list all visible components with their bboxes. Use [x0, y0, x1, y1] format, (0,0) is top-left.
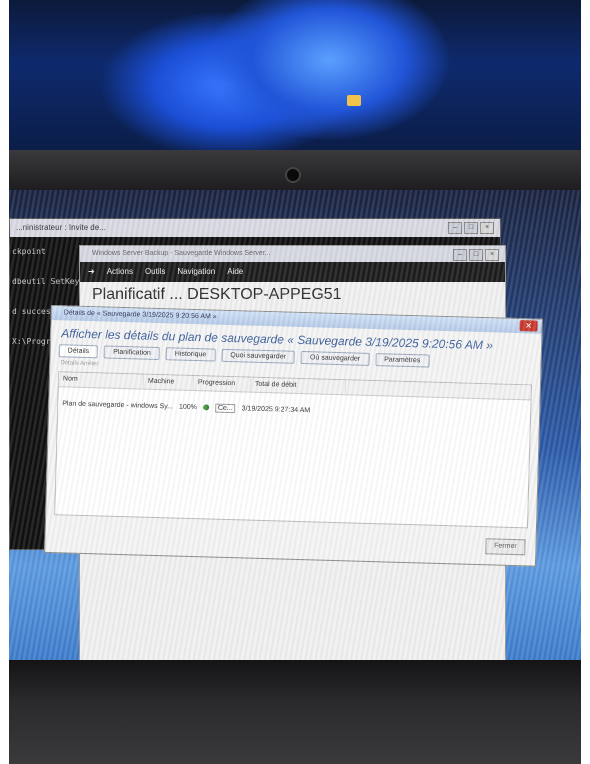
- table-row[interactable]: Plan de sauvegarde - windows Sy... 100% …: [58, 395, 530, 424]
- tab-details[interactable]: Détails: [58, 344, 99, 359]
- status-ok-icon: [202, 404, 209, 411]
- folder-icon[interactable]: [347, 95, 361, 106]
- column-header-total[interactable]: Total de débit: [250, 377, 347, 395]
- close-icon[interactable]: ×: [485, 249, 499, 261]
- column-header-name[interactable]: Nom: [58, 372, 145, 389]
- close-icon[interactable]: ✕: [519, 320, 538, 332]
- tab-schedule[interactable]: Planification: [103, 345, 161, 361]
- menu-help[interactable]: Aide: [227, 262, 243, 282]
- menu-actions[interactable]: Actions: [107, 262, 133, 282]
- laptop-bezel-bottom: [9, 660, 581, 764]
- row-progress: 100%: [178, 403, 197, 411]
- row-name: Plan de sauvegarde - windows Sy...: [62, 399, 174, 410]
- background-monitor: [9, 0, 581, 160]
- maximize-icon[interactable]: □: [464, 222, 478, 234]
- column-header-machine[interactable]: Machine: [143, 374, 195, 391]
- close-button[interactable]: Fermer: [485, 538, 526, 556]
- row-status: Ce...: [214, 403, 236, 413]
- cmd-window-controls: – □ ×: [448, 222, 494, 234]
- mmc-page-title: Planificatif ... DESKTOP-APPEG51: [92, 286, 342, 303]
- mmc-window-controls: – □ ×: [453, 249, 499, 261]
- tab-where-to-backup[interactable]: Où sauvegarder: [300, 351, 370, 366]
- mmc-menubar: ➔ Actions Outils Navigation Aide: [80, 262, 505, 282]
- dialog-title: Détails de « Sauvegarde 3/19/2025 9:20:5…: [63, 309, 217, 321]
- menu-navigation[interactable]: Navigation: [177, 262, 215, 282]
- back-arrow-icon[interactable]: ➔: [88, 262, 95, 282]
- column-header-progress[interactable]: Progression: [193, 376, 252, 392]
- laptop-screen: ...ninistrateur : Invite de... ckpoint d…: [9, 190, 581, 660]
- tab-history[interactable]: Historique: [165, 347, 216, 362]
- minimize-icon[interactable]: –: [448, 222, 462, 234]
- backup-jobs-table: Nom Machine Progression Total de débit P…: [54, 371, 532, 529]
- webcam-icon: [285, 167, 301, 183]
- minimize-icon[interactable]: –: [453, 249, 467, 261]
- cmd-titlebar: ...ninistrateur : Invite de...: [10, 219, 500, 237]
- tab-settings[interactable]: Paramètres: [374, 353, 430, 368]
- row-date: 3/19/2025 9:27:34 AM: [241, 404, 311, 414]
- tab-what-to-backup[interactable]: Quoi sauvegarder: [221, 348, 296, 364]
- close-icon[interactable]: ×: [480, 222, 494, 234]
- mmc-titlebar: Windows Server Backup - Sauvegarde Windo…: [80, 246, 505, 262]
- menu-tools[interactable]: Outils: [145, 262, 165, 282]
- backup-details-dialog[interactable]: Détails de « Sauvegarde 3/19/2025 9:20:5…: [44, 305, 543, 567]
- photo-frame: ...ninistrateur : Invite de... ckpoint d…: [9, 0, 581, 764]
- maximize-icon[interactable]: □: [469, 249, 483, 261]
